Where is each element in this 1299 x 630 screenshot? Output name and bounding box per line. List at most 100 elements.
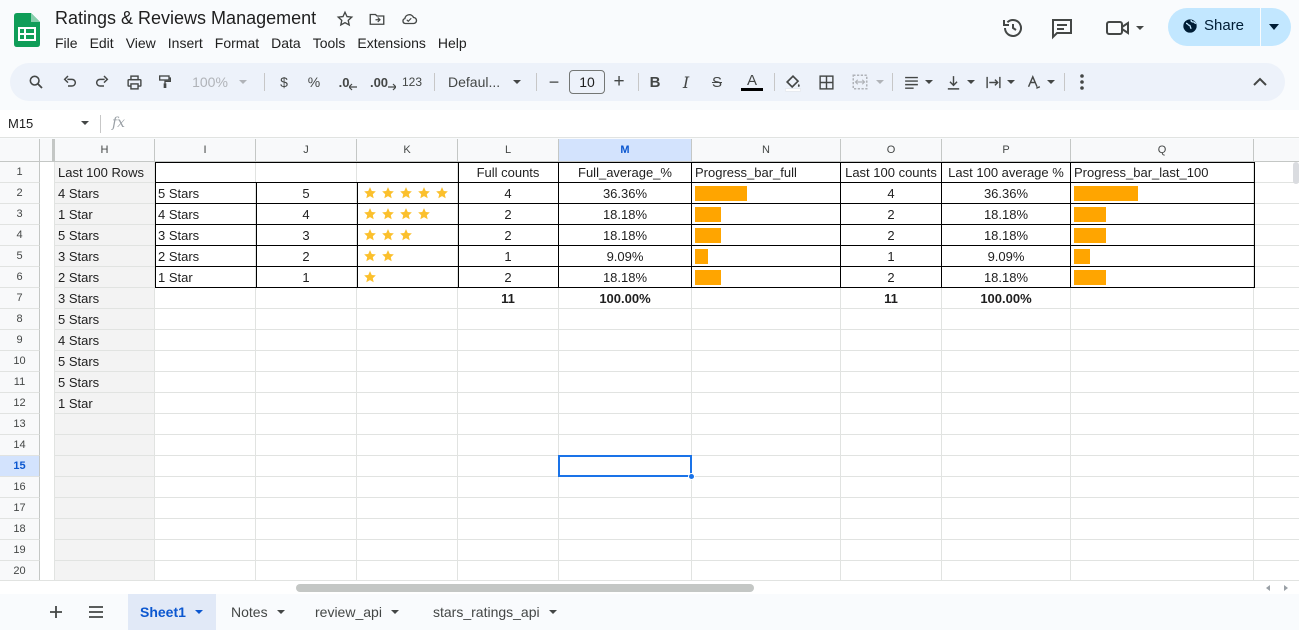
cell-l5[interactable]: 1 [458, 246, 559, 267]
cell[interactable] [256, 519, 357, 540]
horizontal-align-icon[interactable] [900, 72, 936, 92]
cell-i3[interactable]: 4 Stars [155, 204, 256, 225]
column-header-m[interactable]: M [559, 139, 692, 162]
cell[interactable] [256, 435, 357, 456]
cell[interactable] [942, 393, 1071, 414]
star-icon[interactable] [334, 9, 356, 29]
cell-i6[interactable]: 1 Star [155, 267, 256, 288]
menu-tools[interactable]: Tools [313, 35, 352, 51]
cell-o5[interactable]: 1 [841, 246, 942, 267]
cell-q2[interactable] [1071, 183, 1254, 204]
cloud-saved-icon[interactable] [398, 9, 420, 29]
cell[interactable] [357, 288, 458, 309]
percent-format-button[interactable]: % [304, 72, 324, 92]
cell-k5[interactable] [357, 246, 458, 267]
cell[interactable] [55, 498, 155, 519]
cell[interactable] [357, 477, 458, 498]
cell[interactable] [357, 372, 458, 393]
bold-button[interactable]: B [646, 72, 664, 92]
cell[interactable] [155, 330, 256, 351]
cell[interactable] [256, 477, 357, 498]
cell[interactable] [55, 477, 155, 498]
cell[interactable] [1254, 477, 1299, 498]
row-header-8[interactable]: 8 [0, 309, 40, 330]
cell-n5[interactable] [692, 246, 841, 267]
cell[interactable] [256, 456, 357, 477]
cell[interactable] [841, 540, 942, 561]
cell[interactable] [55, 435, 155, 456]
cell[interactable] [256, 561, 357, 580]
cell-h11[interactable]: 5 Stars [55, 372, 155, 393]
cell-o4[interactable]: 2 [841, 225, 942, 246]
vertical-align-icon[interactable] [942, 72, 978, 92]
cell-h6[interactable]: 2 Stars [55, 267, 155, 288]
cell-q3[interactable] [1071, 204, 1254, 225]
cell[interactable] [1071, 540, 1254, 561]
cell[interactable] [55, 540, 155, 561]
cell[interactable] [155, 477, 256, 498]
cell[interactable] [458, 498, 559, 519]
menu-view[interactable]: View [126, 35, 162, 51]
cell[interactable] [155, 162, 256, 183]
cell[interactable] [155, 414, 256, 435]
cell[interactable] [55, 519, 155, 540]
cell[interactable] [1071, 435, 1254, 456]
cell-k4[interactable] [357, 225, 458, 246]
cell[interactable] [256, 540, 357, 561]
cell[interactable] [692, 477, 841, 498]
cell[interactable] [458, 330, 559, 351]
chevron-up-icon[interactable] [1250, 72, 1270, 92]
cell[interactable] [942, 435, 1071, 456]
cell-h12[interactable]: 1 Star [55, 393, 155, 414]
cell-h4[interactable]: 5 Stars [55, 225, 155, 246]
cell-h1[interactable]: Last 100 Rows [55, 162, 155, 183]
cell-h7[interactable]: 3 Stars [55, 288, 155, 309]
cell-m3[interactable]: 18.18% [559, 204, 692, 225]
cell[interactable] [155, 561, 256, 580]
cell[interactable] [692, 456, 841, 477]
row-header-2[interactable]: 2 [0, 183, 40, 204]
cell[interactable] [1254, 435, 1299, 456]
sheet-tab-sheet1[interactable]: Sheet1 [128, 594, 216, 630]
cell[interactable] [692, 372, 841, 393]
cell-p3[interactable]: 18.18% [942, 204, 1071, 225]
cell-l2[interactable]: 4 [458, 183, 559, 204]
search-menus-icon[interactable] [26, 72, 46, 92]
cell[interactable] [841, 456, 942, 477]
cell[interactable] [155, 435, 256, 456]
cell[interactable] [55, 456, 155, 477]
strikethrough-button[interactable]: S [708, 72, 726, 92]
redo-icon[interactable] [92, 72, 112, 92]
cell-q6[interactable] [1071, 267, 1254, 288]
fill-color-icon[interactable] [782, 72, 804, 92]
column-header-i[interactable]: I [155, 139, 256, 162]
cell[interactable] [692, 393, 841, 414]
cell[interactable] [841, 351, 942, 372]
cell[interactable] [841, 330, 942, 351]
name-box[interactable]: M15 [8, 116, 33, 131]
cell-l3[interactable]: 2 [458, 204, 559, 225]
text-rotation-icon[interactable] [1022, 72, 1058, 92]
cell-m5[interactable]: 9.09% [559, 246, 692, 267]
cell[interactable] [458, 519, 559, 540]
cell-i5[interactable]: 2 Stars [155, 246, 256, 267]
column-header-q[interactable]: Q [1071, 139, 1254, 162]
column-header-p[interactable]: P [942, 139, 1071, 162]
row-header-1[interactable]: 1 [0, 162, 40, 183]
cell[interactable] [942, 372, 1071, 393]
cell[interactable] [458, 477, 559, 498]
cell-h9[interactable]: 4 Stars [55, 330, 155, 351]
cell[interactable] [559, 519, 692, 540]
cell[interactable] [1071, 456, 1254, 477]
cell[interactable] [1254, 456, 1299, 477]
cell-m4[interactable]: 18.18% [559, 225, 692, 246]
text-wrapping-icon[interactable] [982, 72, 1018, 92]
row-header-3[interactable]: 3 [0, 204, 40, 225]
cell[interactable] [942, 456, 1071, 477]
cell[interactable] [256, 351, 357, 372]
text-color-button[interactable]: A [740, 72, 764, 92]
cell[interactable] [692, 498, 841, 519]
cell[interactable] [841, 393, 942, 414]
cell[interactable] [692, 540, 841, 561]
cell[interactable] [1071, 372, 1254, 393]
